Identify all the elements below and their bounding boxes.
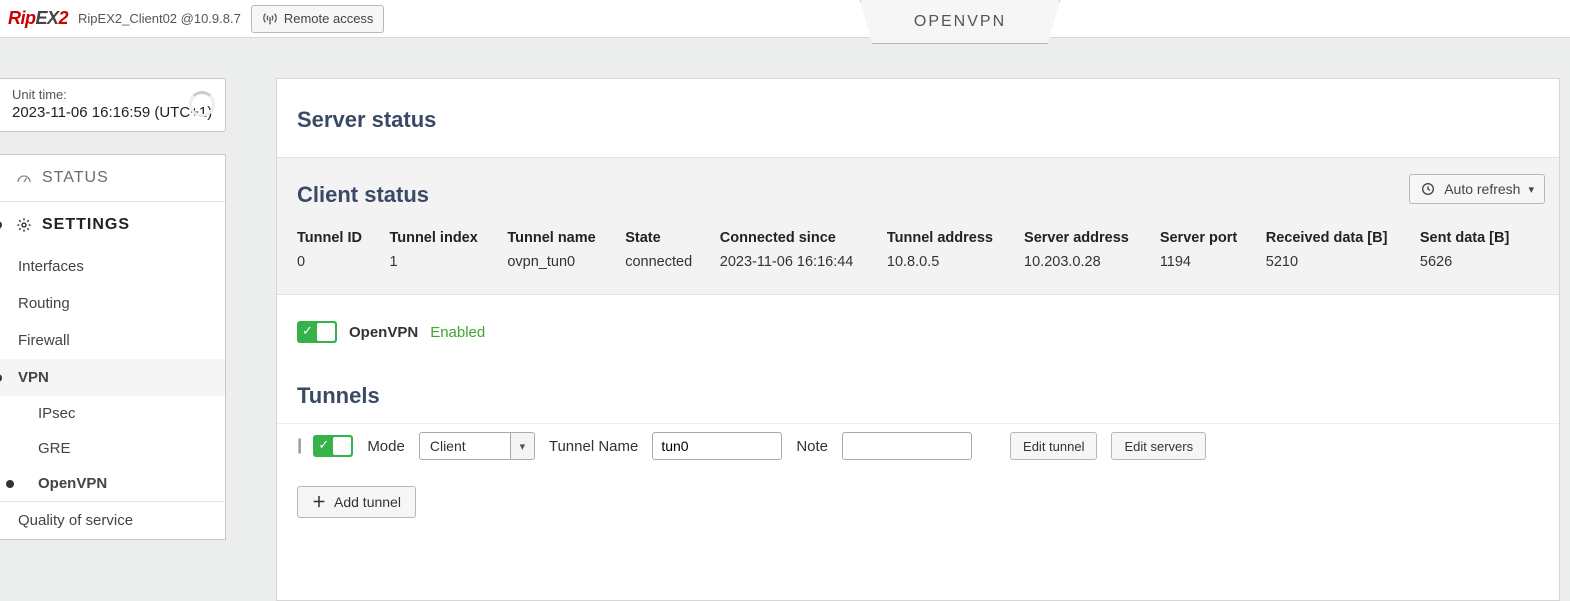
clock-icon	[1420, 181, 1436, 197]
tunnel-name-input[interactable]	[652, 432, 782, 460]
nav-vpn[interactable]: VPN	[0, 359, 225, 396]
nav-status-label: STATUS	[42, 169, 109, 187]
col-sent: Sent data [B]	[1420, 226, 1539, 250]
nav-ipsec[interactable]: IPsec	[0, 396, 225, 431]
loading-spinner-icon	[189, 91, 215, 117]
auto-refresh-button[interactable]: Auto refresh ▾	[1409, 174, 1545, 204]
tunnel-name-label: Tunnel Name	[549, 438, 639, 455]
client-status-section: Client status Auto refresh ▾ Tunnel ID T…	[277, 157, 1559, 295]
unit-time-label: Unit time:	[12, 87, 213, 102]
main-panel: Server status Client status Auto refresh…	[276, 78, 1560, 601]
table-row: 0 1 ovpn_tun0 connected 2023-11-06 16:16…	[297, 250, 1539, 274]
mode-label: Mode	[367, 438, 405, 455]
tunnel-toggle[interactable]	[313, 435, 353, 457]
gauge-icon	[16, 170, 32, 186]
col-server-address: Server address	[1024, 226, 1160, 250]
nav-interfaces[interactable]: Interfaces	[0, 248, 225, 285]
unit-identifier: RipEX2_Client02 @10.9.8.7	[78, 11, 241, 26]
left-column: Unit time: 2023-11-06 16:16:59 (UTC+1) S…	[0, 78, 226, 540]
col-tunnel-index: Tunnel index	[389, 226, 507, 250]
client-status-title: Client status	[297, 158, 1539, 226]
openvpn-enabled-status: Enabled	[430, 324, 485, 341]
sidebar-nav: STATUS SETTINGS Interfaces Routing Firew…	[0, 154, 226, 540]
openvpn-toggle[interactable]	[297, 321, 337, 343]
col-tunnel-address: Tunnel address	[887, 226, 1024, 250]
col-tunnel-name: Tunnel name	[507, 226, 625, 250]
cell-tunnel-address: 10.8.0.5	[887, 250, 1024, 274]
nav-settings[interactable]: SETTINGS	[0, 202, 225, 248]
unit-time-value: 2023-11-06 16:16:59 (UTC+1)	[12, 104, 213, 121]
page-ribbon: OPENVPN	[860, 0, 1060, 44]
nav-qos[interactable]: Quality of service	[0, 502, 225, 539]
server-status-title: Server status	[277, 79, 1559, 157]
cell-state: connected	[625, 250, 720, 274]
cell-connected-since: 2023-11-06 16:16:44	[720, 250, 887, 274]
tunnel-config-row: || Mode Client ▾ Tunnel Name Note Edit t…	[277, 423, 1559, 468]
mode-select[interactable]: Client ▾	[419, 432, 535, 460]
cell-server-address: 10.203.0.28	[1024, 250, 1160, 274]
tunnels-title: Tunnels	[277, 353, 1559, 423]
drag-handle-icon[interactable]: ||	[297, 437, 299, 455]
remote-access-button[interactable]: Remote access	[251, 5, 385, 33]
edit-servers-button[interactable]: Edit servers	[1111, 432, 1206, 460]
nav-routing[interactable]: Routing	[0, 285, 225, 322]
unit-time-card: Unit time: 2023-11-06 16:16:59 (UTC+1)	[0, 78, 226, 132]
cell-server-port: 1194	[1160, 250, 1266, 274]
remote-access-label: Remote access	[284, 11, 374, 26]
nav-status[interactable]: STATUS	[0, 155, 225, 201]
cell-tunnel-index: 1	[389, 250, 507, 274]
note-input[interactable]	[842, 432, 972, 460]
cell-tunnel-id: 0	[297, 250, 389, 274]
add-tunnel-label: Add tunnel	[334, 494, 401, 510]
col-server-port: Server port	[1160, 226, 1266, 250]
nav-firewall[interactable]: Firewall	[0, 322, 225, 359]
chevron-down-icon: ▾	[1528, 183, 1534, 196]
col-received: Received data [B]	[1266, 226, 1420, 250]
nav-settings-label: SETTINGS	[42, 216, 130, 234]
client-status-table: Tunnel ID Tunnel index Tunnel name State…	[297, 226, 1539, 274]
product-logo: RipEX2	[8, 8, 68, 29]
table-header-row: Tunnel ID Tunnel index Tunnel name State…	[297, 226, 1539, 250]
cell-received: 5210	[1266, 250, 1420, 274]
nav-gre[interactable]: GRE	[0, 431, 225, 466]
antenna-icon	[262, 11, 278, 27]
openvpn-enable-row: OpenVPN Enabled	[277, 295, 1559, 353]
gear-icon	[16, 217, 32, 233]
auto-refresh-label: Auto refresh	[1444, 181, 1520, 197]
col-state: State	[625, 226, 720, 250]
plus-icon: ＋	[312, 492, 326, 512]
add-tunnel-row: ＋ Add tunnel	[277, 468, 1559, 536]
cell-tunnel-name: ovpn_tun0	[507, 250, 625, 274]
top-bar: RipEX2 RipEX2_Client02 @10.9.8.7 Remote …	[0, 0, 1570, 38]
nav-openvpn[interactable]: OpenVPN	[0, 466, 225, 501]
openvpn-toggle-label: OpenVPN	[349, 324, 418, 341]
chevron-down-icon: ▾	[510, 433, 534, 459]
col-tunnel-id: Tunnel ID	[297, 226, 389, 250]
edit-tunnel-button[interactable]: Edit tunnel	[1010, 432, 1097, 460]
cell-sent: 5626	[1420, 250, 1539, 274]
note-label: Note	[796, 438, 828, 455]
add-tunnel-button[interactable]: ＋ Add tunnel	[297, 486, 416, 518]
col-connected-since: Connected since	[720, 226, 887, 250]
mode-select-value: Client	[420, 438, 510, 454]
